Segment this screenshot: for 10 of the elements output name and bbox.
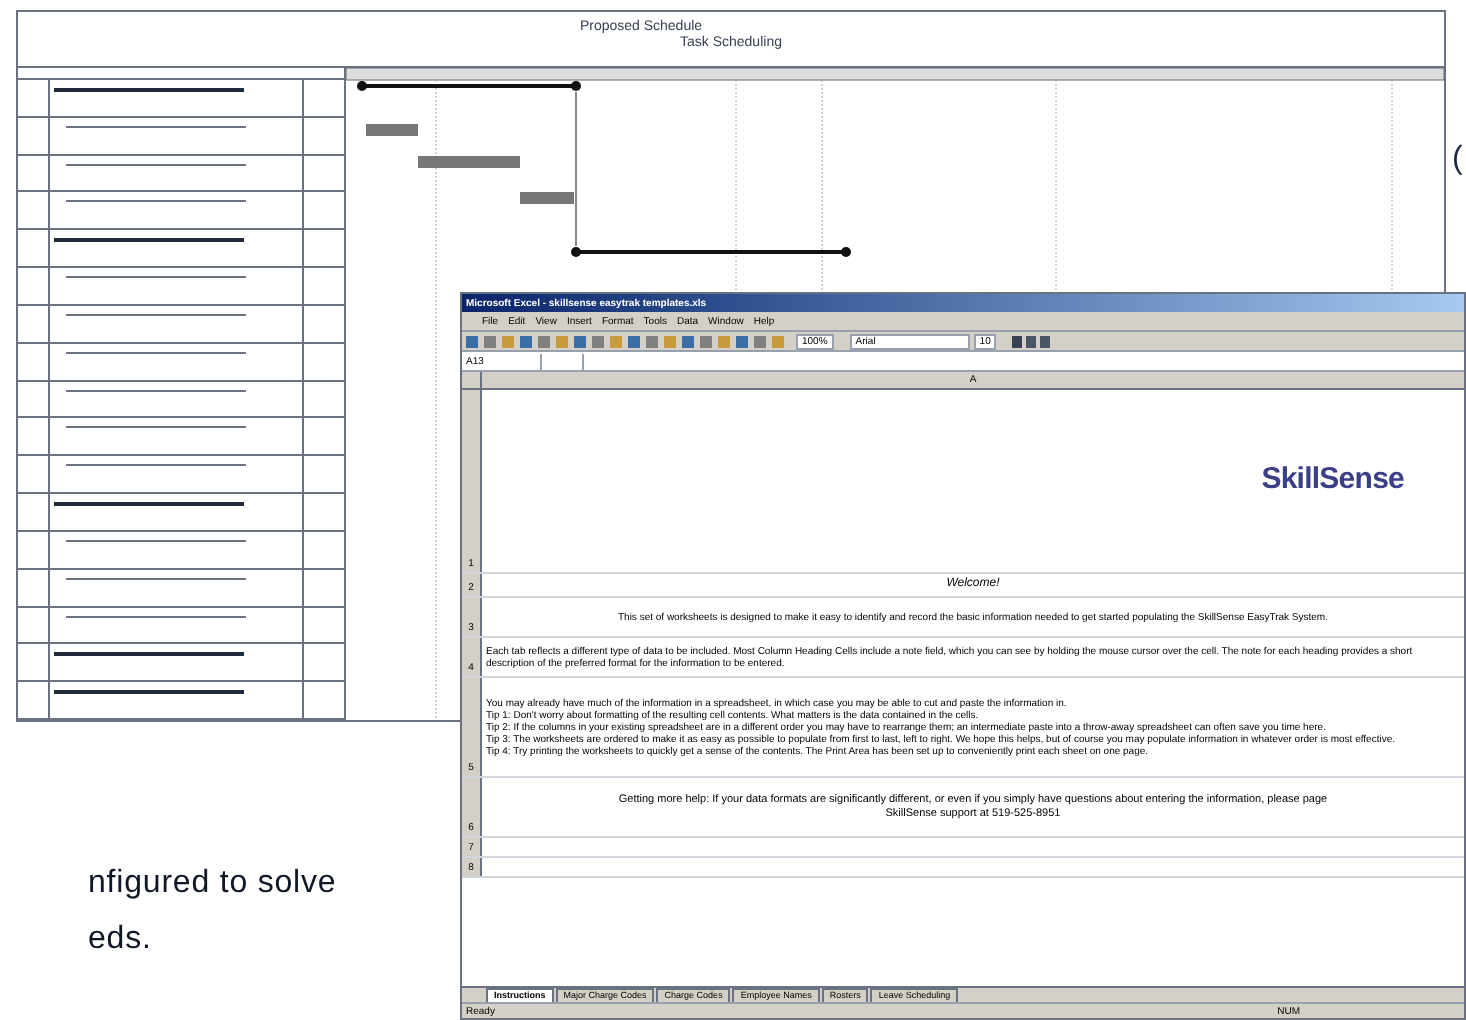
task-bar (520, 192, 574, 204)
bold-icon[interactable] (1012, 335, 1023, 347)
logo: SkillSense (1261, 460, 1404, 501)
body-text: eds. (88, 920, 154, 960)
task-bar (366, 124, 418, 136)
underline-icon[interactable] (1040, 335, 1051, 347)
italic-icon[interactable] (1026, 335, 1037, 347)
cut-text: ( (1452, 140, 1463, 180)
body-text: nfigured to solve (88, 864, 337, 904)
task-bar (418, 156, 520, 168)
